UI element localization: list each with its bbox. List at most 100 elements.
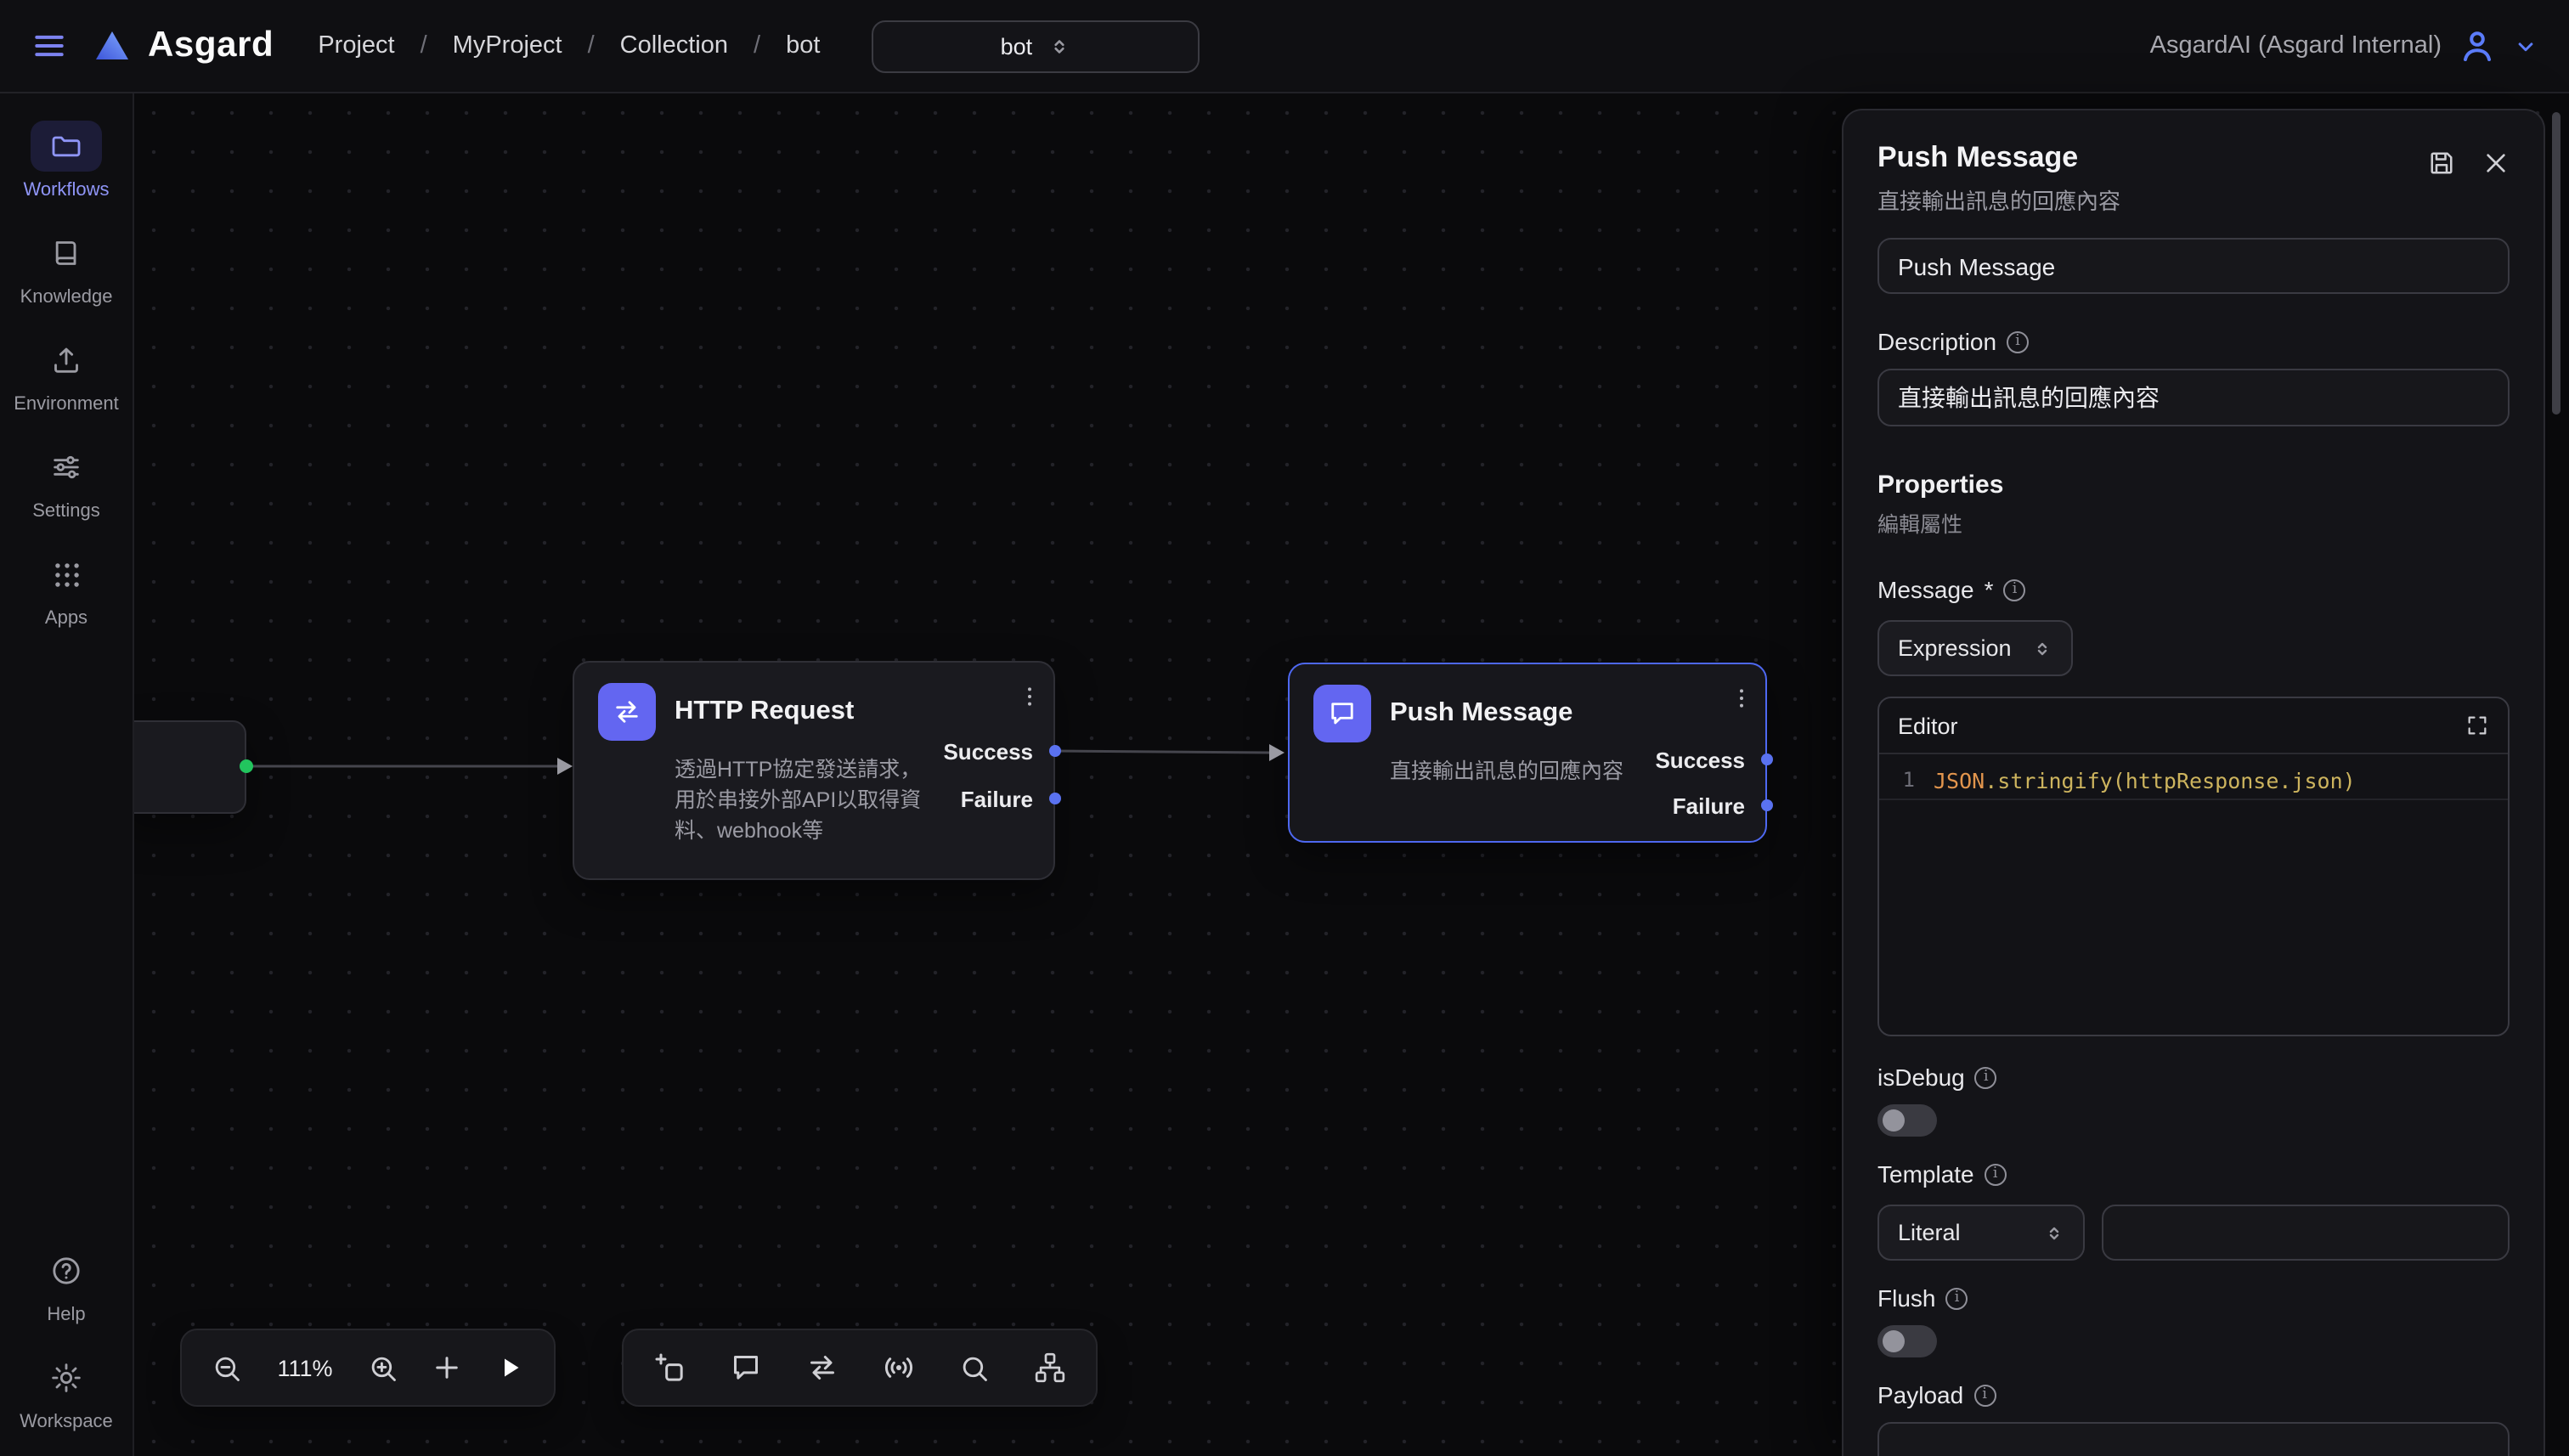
zoom-toolbar: 111% xyxy=(180,1329,556,1407)
broadcast-icon[interactable] xyxy=(882,1351,916,1385)
template-label: Template xyxy=(1877,1160,1974,1188)
workflow-select[interactable]: bot xyxy=(871,20,1199,72)
breadcrumb-project[interactable]: Project xyxy=(318,32,394,59)
node-name-input[interactable] xyxy=(1877,238,2510,294)
sidebar-item-workflows[interactable]: Workflows xyxy=(23,121,109,200)
sidebar-item-settings[interactable]: Settings xyxy=(31,442,102,522)
node-http-request[interactable]: HTTP Request 透過HTTP協定發送請求，用於串接外部API以取得資料… xyxy=(573,661,1055,880)
payload-input[interactable] xyxy=(1877,1422,2510,1456)
panel-title: Push Message xyxy=(1877,141,2120,175)
sidebar-item-knowledge[interactable]: Knowledge xyxy=(20,228,113,308)
http-request-icon xyxy=(598,683,656,741)
upload-icon xyxy=(31,335,102,386)
template-row: Literal xyxy=(1877,1205,2510,1261)
run-icon[interactable] xyxy=(494,1352,525,1383)
node-title: HTTP Request xyxy=(675,697,854,727)
flush-label-row: Flush xyxy=(1877,1284,2510,1312)
node-menu-icon[interactable] xyxy=(1016,683,1043,710)
code-line[interactable]: 1 JSON.stringify(httpResponse.json) xyxy=(1879,761,2508,800)
sidebar-item-label: Apps xyxy=(45,608,88,629)
flush-toggle[interactable] xyxy=(1877,1325,1937,1357)
output-failure[interactable]: Failure xyxy=(961,785,1033,815)
breadcrumb-collection[interactable]: Collection xyxy=(588,32,728,59)
payload-label-row: Payload xyxy=(1877,1381,2510,1408)
code-text: JSON.stringify(httpResponse.json) xyxy=(1934,767,2356,793)
payload-label: Payload xyxy=(1877,1381,1963,1408)
user-avatar-icon[interactable] xyxy=(2457,25,2498,66)
sidebar-item-workspace[interactable]: Workspace xyxy=(20,1352,113,1432)
chat-icon[interactable] xyxy=(729,1351,763,1385)
expression-editor: Editor 1 JSON.stringify(httpResponse.jso… xyxy=(1877,697,2510,1036)
editor-label: Editor xyxy=(1898,713,1958,738)
info-icon[interactable] xyxy=(1975,1066,1997,1088)
panel-subtitle: 直接輸出訊息的回應內容 xyxy=(1877,183,2120,216)
info-icon[interactable] xyxy=(1945,1287,1968,1309)
info-icon[interactable] xyxy=(1985,1163,2007,1185)
account-name: AsgardAI (Asgard Internal) xyxy=(2150,32,2442,59)
message-type-value: Expression xyxy=(1898,635,2012,661)
template-type-value: Literal xyxy=(1898,1220,1961,1245)
sidebar-item-environment[interactable]: Environment xyxy=(14,335,119,415)
select-chevrons-icon xyxy=(1047,35,1070,57)
help-icon xyxy=(31,1245,102,1296)
node-config-panel: Push Message 直接輸出訊息的回應內容 Description xyxy=(1842,109,2545,1456)
swap-arrows-icon[interactable] xyxy=(805,1351,839,1385)
menu-icon[interactable] xyxy=(31,27,68,65)
isdebug-toggle[interactable] xyxy=(1877,1104,1937,1137)
sidebar-item-help[interactable]: Help xyxy=(31,1245,102,1325)
topbar: Asgard Project MyProject Collection bot … xyxy=(0,0,2569,93)
node-description: 透過HTTP協定發送請求，用於串接外部API以取得資料、webhook等 xyxy=(675,754,938,846)
tools-toolbar xyxy=(622,1329,1098,1407)
apps-grid-icon xyxy=(31,549,102,600)
description-input[interactable] xyxy=(1877,369,2510,426)
info-icon[interactable] xyxy=(2004,578,2026,601)
add-icon[interactable] xyxy=(432,1352,462,1383)
message-label: Message xyxy=(1877,576,1974,603)
zoom-in-icon[interactable] xyxy=(367,1352,399,1384)
template-label-row: Template xyxy=(1877,1160,2510,1188)
search-icon[interactable] xyxy=(958,1352,991,1384)
description-label: Description xyxy=(1877,328,1996,355)
properties-subheading: 編輯屬性 xyxy=(1877,506,2510,539)
output-success[interactable]: Success xyxy=(943,737,1033,768)
node-description: 直接輸出訊息的回應內容 xyxy=(1390,756,1662,787)
sidebar-item-label: Knowledge xyxy=(20,287,113,308)
partial-node[interactable] xyxy=(134,720,246,814)
description-label-row: Description xyxy=(1877,328,2510,355)
flush-label: Flush xyxy=(1877,1284,1935,1312)
panel-scrollbar[interactable] xyxy=(2552,112,2561,415)
folder-icon xyxy=(31,121,102,172)
editor-code-area[interactable]: 1 JSON.stringify(httpResponse.json) xyxy=(1879,761,2508,800)
isdebug-label-row: isDebug xyxy=(1877,1064,2510,1091)
sidebar-item-label: Workspace xyxy=(20,1412,113,1432)
app-logo: Asgard xyxy=(92,25,274,66)
info-icon[interactable] xyxy=(2007,330,2029,353)
sidebar-item-apps[interactable]: Apps xyxy=(31,549,102,629)
breadcrumb-bot[interactable]: bot xyxy=(754,32,820,59)
close-icon[interactable] xyxy=(2482,148,2510,178)
zoom-level: 111% xyxy=(275,1355,335,1380)
account-chevron-down-icon[interactable] xyxy=(2513,33,2538,59)
save-icon[interactable] xyxy=(2426,148,2457,178)
template-value-input[interactable] xyxy=(2102,1205,2510,1261)
add-node-icon[interactable] xyxy=(652,1351,686,1385)
line-number: 1 xyxy=(1879,768,1934,792)
sidebar-item-label: Help xyxy=(47,1305,85,1325)
message-type-select[interactable]: Expression xyxy=(1877,620,2073,676)
info-icon[interactable] xyxy=(1973,1384,1996,1406)
zoom-out-icon[interactable] xyxy=(211,1352,243,1384)
node-push-message[interactable]: Push Message 直接輸出訊息的回應內容 Success Failure xyxy=(1288,663,1767,843)
workflow-nodes-icon[interactable] xyxy=(1033,1351,1067,1385)
sidebar-item-label: Workflows xyxy=(23,180,109,200)
breadcrumb-myproject[interactable]: MyProject xyxy=(421,32,562,59)
properties-heading: Properties xyxy=(1877,471,2510,499)
workflow-select-value: bot xyxy=(1001,33,1033,59)
output-success[interactable]: Success xyxy=(1655,746,1745,776)
output-failure[interactable]: Failure xyxy=(1673,792,1745,822)
sliders-icon xyxy=(31,442,102,493)
node-menu-icon[interactable] xyxy=(1728,685,1755,712)
template-type-select[interactable]: Literal xyxy=(1877,1205,2085,1261)
node-title: Push Message xyxy=(1390,698,1572,729)
editor-expand-icon[interactable] xyxy=(2465,714,2489,737)
sidebar-item-label: Environment xyxy=(14,394,119,415)
